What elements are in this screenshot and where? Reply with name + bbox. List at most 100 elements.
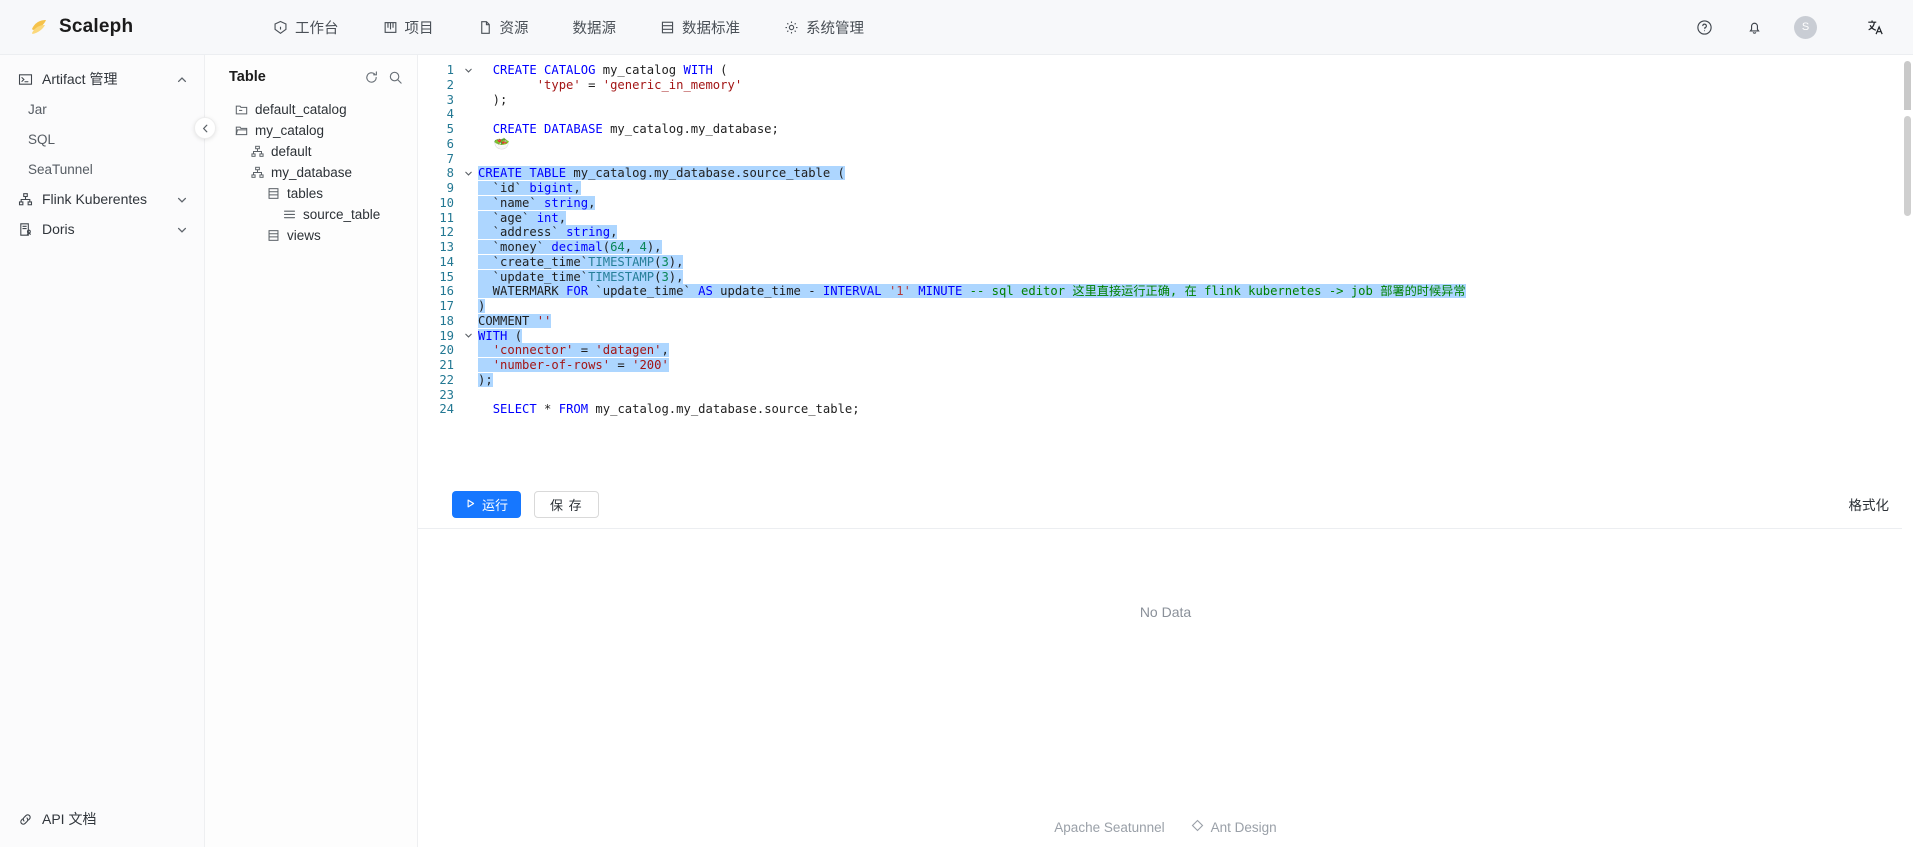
- footer-label: Ant Design: [1210, 819, 1277, 835]
- sidebar-item-label: SQL: [28, 131, 56, 147]
- fold-placeholder: [460, 122, 476, 137]
- play-icon: [465, 497, 476, 512]
- top-nav: 工作台 项目 资源 数据源 数据标准 系统管理: [251, 11, 886, 44]
- code-token: 'connector': [492, 343, 574, 358]
- save-button[interactable]: 保 存: [534, 490, 599, 518]
- tree-node-my-catalog[interactable]: my_catalog: [205, 120, 417, 141]
- line-number: 20: [439, 343, 454, 358]
- tree-node-default-catalog[interactable]: default_catalog: [205, 99, 417, 120]
- line-number: 1: [446, 63, 454, 77]
- fold-open-icon[interactable]: [460, 166, 476, 181]
- sidebar-item-label: API 文档: [42, 811, 97, 827]
- sidebar-group-artifact: Artifact 管理 Jar SQL SeaTunnel Flink Kube…: [0, 55, 204, 244]
- line-number: 4: [446, 107, 454, 122]
- code-token: 'generic_in_memory': [602, 77, 743, 92]
- refresh-icon[interactable]: [363, 69, 379, 85]
- code-token: SELECT: [492, 402, 537, 417]
- tree-node-label: my_catalog: [255, 123, 325, 138]
- sidebar-item-api-doc[interactable]: API 文档: [0, 809, 204, 847]
- fold-placeholder: [460, 211, 476, 226]
- nav-item-system[interactable]: 系统管理: [762, 11, 886, 44]
- sql-code-editor[interactable]: 1 2 3 4 5 6 7 8 9 10 11 12 13 14 15 16 17 18 19 20 21 22 23 24 …: [418, 55, 1913, 480]
- line-number: 16: [439, 284, 454, 299]
- antdesign-icon: [1191, 819, 1204, 835]
- page-scrollbar[interactable]: [1902, 110, 1913, 847]
- brand-name: Scaleph: [59, 16, 134, 37]
- fold-placeholder: [460, 388, 476, 403]
- fold-placeholder: [460, 196, 476, 211]
- tree-node-tables[interactable]: tables: [205, 183, 417, 204]
- scaleph-logo-icon: [28, 16, 50, 38]
- editor-fold-column[interactable]: [460, 55, 476, 480]
- line-text: );: [478, 93, 508, 107]
- nav-item-project[interactable]: 项目: [361, 11, 456, 44]
- code-token: FOR: [566, 284, 589, 299]
- tree-node-my-database[interactable]: my_database: [205, 162, 417, 183]
- help-icon[interactable]: [1694, 17, 1714, 37]
- editor-code-content[interactable]: CREATE CATALOG my_catalog WITH ( 'type' …: [476, 55, 1913, 480]
- sidebar-item-sql[interactable]: SQL: [0, 124, 204, 154]
- chevron-up-icon[interactable]: [176, 73, 188, 85]
- code-line: 'connector' = 'datagen',: [478, 343, 1913, 358]
- code-token: `age`: [478, 210, 537, 225]
- code-token: my_catalog: [595, 63, 684, 77]
- code-token: '1': [888, 284, 911, 299]
- nav-item-datasource[interactable]: 数据源: [551, 11, 639, 44]
- code-token: `name`: [478, 195, 545, 210]
- line-number: 22: [439, 372, 454, 387]
- sidebar-item-jar[interactable]: Jar: [0, 94, 204, 124]
- editor-area: 1 2 3 4 5 6 7 8 9 10 11 12 13 14 15 16 17 18 19 20 21 22 23 24 …: [418, 55, 1913, 847]
- fold-placeholder: [460, 314, 476, 329]
- footer-antdesign-link[interactable]: Ant Design: [1191, 819, 1277, 835]
- language-icon[interactable]: [1865, 17, 1885, 37]
- fold-open-icon[interactable]: [460, 329, 476, 344]
- brand[interactable]: Scaleph: [28, 16, 213, 38]
- terminal-icon: [18, 72, 33, 87]
- tree-node-label: source_table: [303, 207, 381, 222]
- collapse-panel-button[interactable]: [194, 117, 216, 139]
- sidebar-item-artifact-management[interactable]: Artifact 管理: [0, 64, 204, 94]
- tree-node-default[interactable]: default: [205, 141, 417, 162]
- footer-label: Apache Seatunnel: [1054, 819, 1165, 835]
- code-line: `address` string,: [478, 225, 1913, 240]
- code-line: `update_time`TIMESTAMP(3),: [478, 269, 1913, 285]
- fold-placeholder: [460, 107, 476, 122]
- sidebar-item-flink-kubernetes[interactable]: Flink Kuberentes: [0, 184, 204, 214]
- code-token: `address`: [478, 225, 567, 240]
- chevron-down-icon[interactable]: [176, 193, 188, 205]
- tree-node-source-table[interactable]: source_table: [205, 204, 417, 225]
- run-button[interactable]: 运行: [452, 490, 522, 518]
- selected-text: `id` bigint,: [478, 181, 581, 195]
- selected-text: `address` string,: [478, 225, 618, 240]
- nav-item-data-standard[interactable]: 数据标准: [638, 11, 762, 44]
- line-text: CREATE CATALOG my_catalog WITH (: [478, 63, 728, 77]
- page-scrollbar-thumb[interactable]: [1904, 116, 1911, 216]
- nav-item-workbench[interactable]: 工作台: [251, 11, 361, 44]
- bell-icon[interactable]: [1744, 17, 1764, 37]
- sidebar-item-seatunnel[interactable]: SeaTunnel: [0, 154, 204, 184]
- selected-text: `age` int,: [478, 210, 567, 225]
- top-actions: S: [1694, 15, 1891, 39]
- format-button[interactable]: 格式化: [1849, 494, 1890, 514]
- nav-item-resource[interactable]: 资源: [456, 11, 551, 44]
- footer-seatunnel-link[interactable]: Apache Seatunnel: [1054, 820, 1164, 835]
- fold-placeholder: [460, 225, 476, 240]
- code-token: ),: [668, 254, 684, 269]
- chevron-down-icon[interactable]: [176, 223, 188, 235]
- fold-open-icon[interactable]: [460, 63, 476, 78]
- search-icon[interactable]: [387, 69, 403, 85]
- code-token: ): [478, 299, 486, 313]
- code-token: '': [536, 313, 552, 328]
- code-token: `id`: [478, 181, 530, 195]
- editor-line-numbers: 1 2 3 4 5 6 7 8 9 10 11 12 13 14 15 16 17 18 19 20 21 22 23 24: [418, 55, 460, 480]
- body: Artifact 管理 Jar SQL SeaTunnel Flink Kube…: [0, 55, 1913, 847]
- sidebar-item-doris[interactable]: Doris: [0, 214, 204, 244]
- database-icon: [660, 20, 675, 35]
- code-line: 🥗: [478, 137, 1913, 152]
- code-line: `money` decimal(64, 4),: [478, 240, 1913, 255]
- sidebar-item-label: Artifact 管理: [42, 71, 118, 87]
- avatar[interactable]: S: [1794, 15, 1817, 39]
- tree-node-views[interactable]: views: [205, 225, 417, 246]
